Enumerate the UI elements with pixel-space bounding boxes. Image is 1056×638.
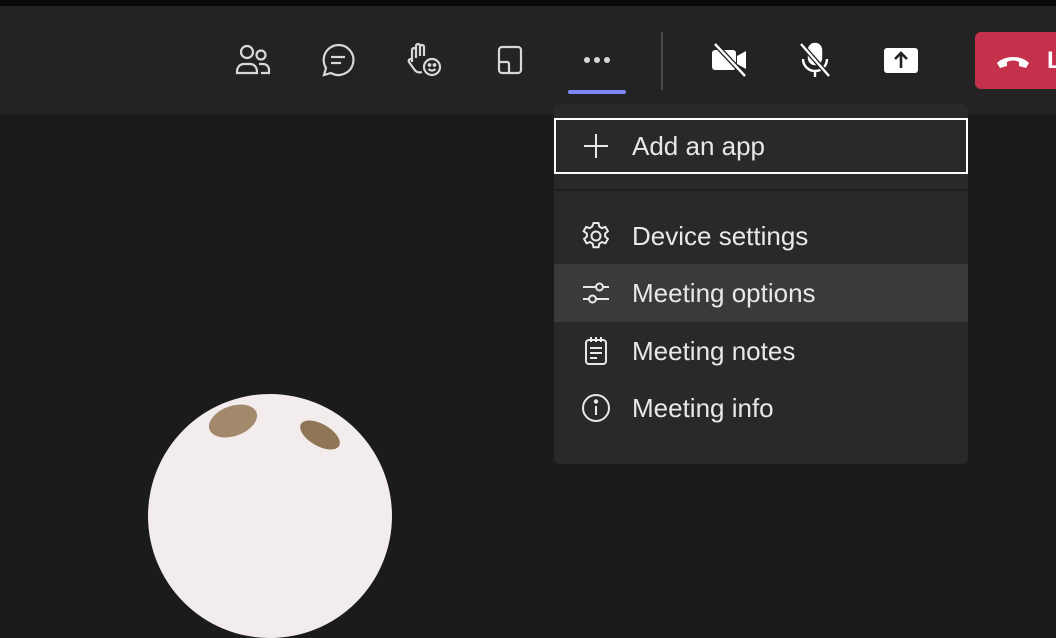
- menu-item-meeting-options[interactable]: Meeting options: [554, 264, 968, 322]
- menu-separator: [554, 189, 968, 191]
- people-icon: [235, 44, 271, 75]
- active-tab-underline: [568, 90, 626, 94]
- menu-item-add-app[interactable]: Add an app: [554, 118, 968, 174]
- participant-avatar: [148, 394, 392, 638]
- menu-item-device-settings[interactable]: Device settings: [554, 207, 968, 265]
- menu-item-label: Meeting info: [632, 392, 774, 423]
- gear-icon: [582, 222, 610, 249]
- more-icon: [584, 57, 610, 63]
- leave-button[interactable]: L: [975, 32, 1056, 89]
- plus-icon: [584, 134, 608, 158]
- mic-off-icon: [799, 42, 831, 78]
- menu-item-meeting-notes[interactable]: Meeting notes: [554, 322, 968, 380]
- share-button[interactable]: [877, 36, 925, 84]
- menu-item-label: Meeting options: [632, 277, 816, 308]
- reactions-button[interactable]: [400, 36, 448, 84]
- menu-item-meeting-info[interactable]: Meeting info: [554, 379, 968, 437]
- camera-off-icon: [712, 42, 747, 78]
- raise-hand-icon: [407, 42, 442, 77]
- meeting-toolbar: L: [0, 6, 1056, 114]
- hang-up-icon: [997, 56, 1029, 68]
- notes-icon: [585, 337, 607, 365]
- camera-toggle-button[interactable]: [705, 36, 753, 84]
- more-actions-menu: Add an app Device settings Meeting optio…: [554, 104, 968, 464]
- chat-icon: [322, 43, 355, 77]
- view-button[interactable]: [486, 36, 534, 84]
- menu-item-label: Add an app: [632, 130, 766, 161]
- info-icon: [582, 394, 610, 422]
- sliders-icon: [583, 282, 609, 304]
- toolbar-divider: [661, 32, 663, 90]
- leave-button-label: L: [1047, 46, 1056, 74]
- chat-button[interactable]: [314, 36, 362, 84]
- mic-toggle-button[interactable]: [791, 36, 839, 84]
- menu-item-label: Meeting notes: [632, 335, 796, 366]
- menu-item-label: Device settings: [632, 220, 809, 251]
- view-icon: [497, 45, 523, 75]
- more-actions-button[interactable]: [573, 36, 621, 84]
- share-icon: [884, 48, 918, 73]
- participants-button[interactable]: [228, 36, 276, 84]
